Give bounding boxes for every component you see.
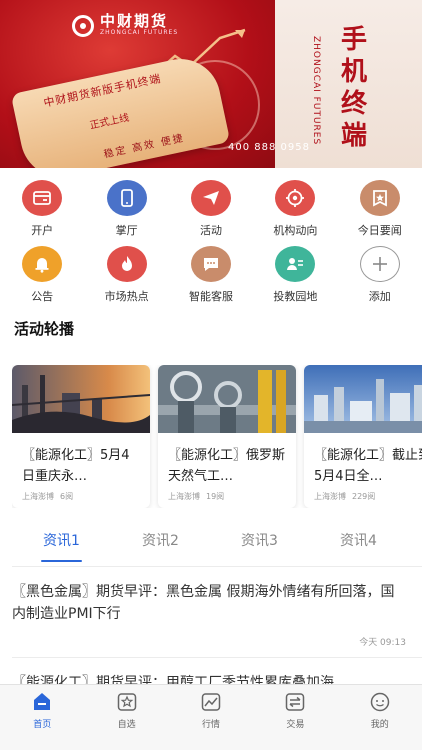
- chemical-plant-image: [304, 365, 422, 433]
- activity-card[interactable]: 〖能源化工〗俄罗斯天然气工… 上海澎博 19阅: [158, 365, 296, 508]
- flame-icon: [106, 246, 147, 282]
- grid-item-label: 公告: [31, 290, 54, 303]
- home-icon: [31, 691, 53, 713]
- activity-card-source: 上海澎博: [314, 492, 346, 501]
- card-icon: [22, 180, 63, 216]
- nav-label: 自选: [117, 720, 136, 730]
- plus-icon: [359, 246, 400, 282]
- star-bookmark-icon: [359, 180, 400, 216]
- grid-item-label: 今日要闻: [357, 224, 402, 237]
- refinery-sunset-image: [12, 365, 150, 433]
- nav-watchlist[interactable]: 自选: [84, 685, 168, 750]
- bottom-navigation: 首页 自选 行情 交易 我的: [0, 684, 422, 750]
- activity-card-meta: 上海澎博 6阅: [12, 487, 150, 502]
- grid-item-label: 智能客服: [188, 290, 233, 303]
- nav-label: 行情: [201, 720, 220, 730]
- activity-card-title: 〖能源化工〗截止到5月4日全…: [314, 448, 422, 484]
- paper-plane-icon: [190, 180, 231, 216]
- nav-label: 首页: [33, 720, 52, 730]
- grid-item-announcement[interactable]: 公告: [0, 246, 84, 310]
- activity-card-meta: 上海澎博 229阅: [304, 487, 422, 502]
- person-list-icon: [275, 246, 316, 282]
- phone-icon: [106, 180, 147, 216]
- grid-item-smart-service[interactable]: 智能客服: [169, 246, 253, 310]
- grid-item-label: 市场热点: [104, 290, 149, 303]
- activity-card-views: 229阅: [352, 492, 376, 501]
- nav-home[interactable]: 首页: [0, 685, 84, 750]
- news-tabs: 资讯1 资讯2 资讯3 资讯4: [0, 530, 422, 566]
- chart-icon: [200, 691, 222, 713]
- grid-item-activity[interactable]: 活动: [169, 180, 253, 244]
- activity-card-title: 〖能源化工〗俄罗斯天然气工…: [168, 448, 286, 484]
- tab-news-2[interactable]: 资讯2: [111, 530, 210, 566]
- tab-news-4[interactable]: 资讯4: [309, 530, 408, 566]
- hotline-number: 400 888 0958: [228, 142, 310, 153]
- activity-carousel[interactable]: 〖能源化工〗5月4日重庆永… 上海澎博 6阅 〖能源化工〗俄罗斯天然气工… 上海澎…: [12, 365, 422, 508]
- nav-label: 交易: [286, 720, 305, 730]
- chat-icon: [190, 246, 231, 282]
- nav-market[interactable]: 行情: [169, 685, 253, 750]
- grid-item-label: 添加: [368, 290, 391, 303]
- activity-card-views: 19阅: [206, 492, 225, 501]
- banner-vertical-text: ZHONGCAI FUTURES: [311, 36, 321, 146]
- nav-trade[interactable]: 交易: [253, 685, 337, 750]
- activity-card-source: 上海澎博: [22, 492, 54, 501]
- activity-card-title: 〖能源化工〗5月4日重庆永…: [22, 448, 130, 484]
- target-icon: [275, 180, 316, 216]
- bell-icon: [22, 246, 63, 282]
- activity-card-source: 上海澎博: [168, 492, 200, 501]
- activity-card-meta: 上海澎博 19阅: [158, 487, 296, 502]
- exchange-icon: [284, 691, 306, 713]
- logo-mark-icon: [72, 14, 94, 37]
- nav-profile[interactable]: 我的: [338, 685, 422, 750]
- grid-row-1: 开户 掌厅 活动 机构动向 今日要闻: [0, 180, 422, 244]
- news-item[interactable]: 〖黑色金属〗期货早评：黑色金属 假期海外情绪有所回落，国内制造业PMI下行 今天…: [0, 567, 422, 657]
- grid-item-label: 开户: [31, 224, 54, 237]
- news-time: 今天 09:13: [359, 638, 406, 648]
- banner-hero-title: 手机终端: [340, 25, 367, 151]
- grid-item-label: 机构动向: [273, 224, 318, 237]
- grid-item-institution-moves[interactable]: 机构动向: [253, 180, 337, 244]
- tab-news-3[interactable]: 资讯3: [210, 530, 309, 566]
- grid-row-2: 公告 市场热点 智能客服 投教园地 添加: [0, 246, 422, 310]
- grid-item-label: 掌厅: [115, 224, 138, 237]
- gas-valves-image: [158, 365, 296, 433]
- grid-item-label: 投教园地: [273, 290, 318, 303]
- section-title-activity: 活动轮播: [14, 320, 75, 338]
- grid-item-today-news[interactable]: 今日要闻: [338, 180, 422, 244]
- activity-card[interactable]: 〖能源化工〗5月4日重庆永… 上海澎博 6阅: [12, 365, 150, 508]
- activity-card[interactable]: 〖能源化工〗截止到5月4日全… 上海澎博 229阅: [304, 365, 422, 508]
- nav-label: 我的: [370, 720, 389, 730]
- quick-actions-grid: 开户 掌厅 活动 机构动向 今日要闻 公告 市场热点 智能客服 投教园地 添加: [0, 180, 422, 312]
- news-title: 〖黑色金属〗期货早评：黑色金属 假期海外情绪有所回落，国内制造业PMI下行: [12, 584, 395, 622]
- grid-item-mobile-hall[interactable]: 掌厅: [84, 180, 168, 244]
- grid-item-market-hotspot[interactable]: 市场热点: [84, 246, 168, 310]
- grid-item-open-account[interactable]: 开户: [0, 180, 84, 244]
- tab-news-1[interactable]: 资讯1: [12, 530, 111, 566]
- profile-icon: [369, 691, 391, 713]
- activity-card-views: 6阅: [60, 492, 74, 501]
- grid-item-investor-education[interactable]: 投教园地: [253, 246, 337, 310]
- grid-item-add[interactable]: 添加: [338, 246, 422, 310]
- star-icon: [116, 691, 138, 713]
- grid-item-label: 活动: [199, 224, 222, 237]
- promo-banner[interactable]: 中财期货 ZHONGCAI FUTURES 中财期货新版手机终端 正式上线 稳定…: [0, 0, 422, 168]
